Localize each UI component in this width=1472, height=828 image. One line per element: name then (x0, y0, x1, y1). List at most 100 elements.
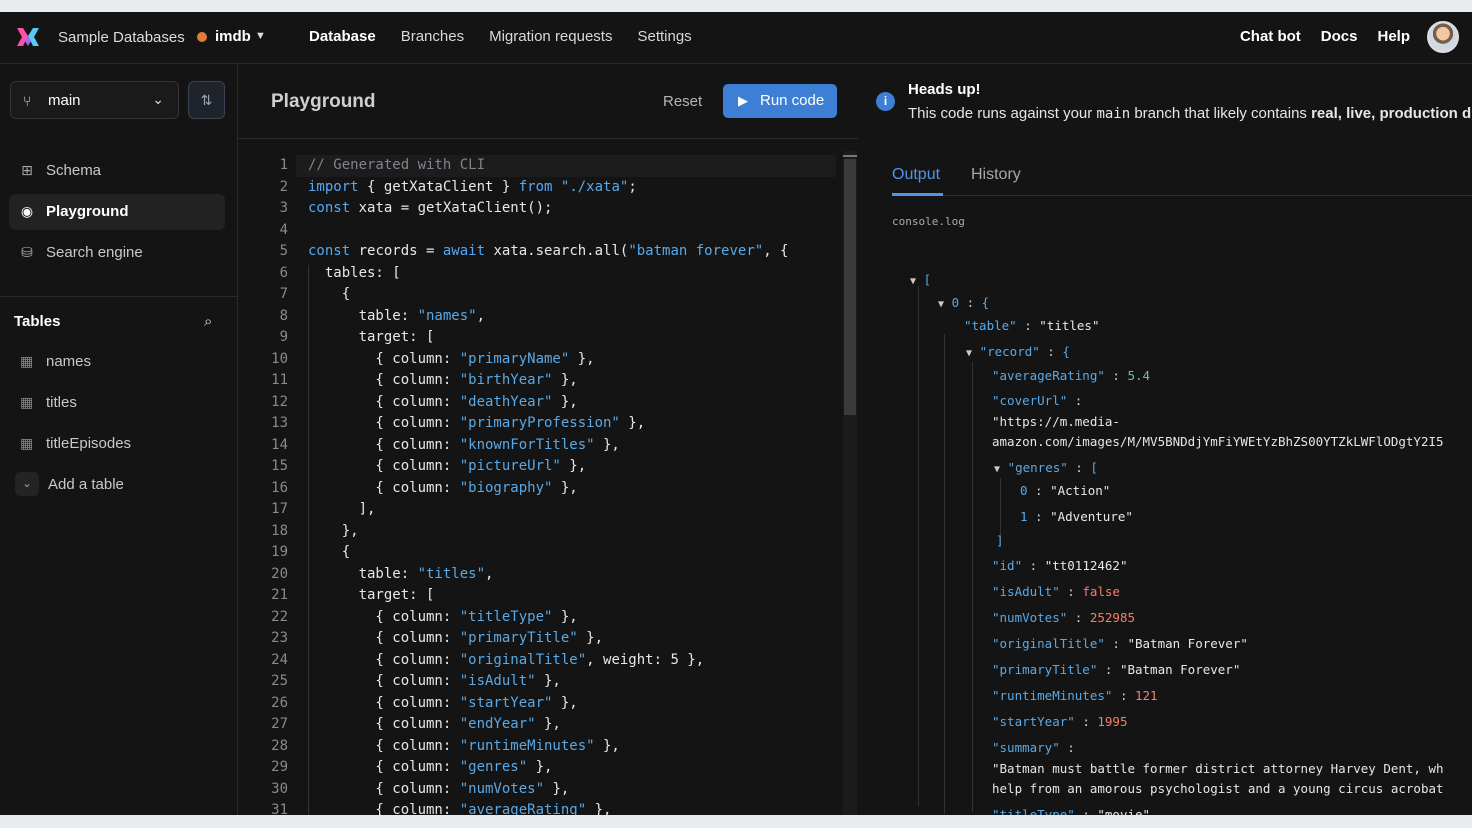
chevron-down-icon: ⌄ (15, 472, 39, 496)
console-log-label: console.log (892, 215, 965, 228)
branch-selector[interactable]: ⑂ main ⌄ (10, 81, 179, 119)
docs-link[interactable]: Docs (1321, 28, 1358, 45)
nav-settings[interactable]: Settings (637, 28, 691, 45)
code-line[interactable]: tables: [ (308, 263, 788, 285)
json-value-line: amazon.com/images/M/MV5BNDdjYmFiYWEtYzBh… (992, 434, 1444, 449)
code-line[interactable]: target: [ (308, 585, 788, 607)
tree-guide (918, 286, 919, 806)
code-line[interactable]: { column: "originalTitle", weight: 5 }, (308, 650, 788, 672)
line-number: 1 (279, 157, 288, 173)
json-key: "id" (992, 558, 1023, 573)
code-line[interactable]: table: "titles", (308, 564, 788, 586)
info-icon: i (876, 92, 895, 111)
nav-branches[interactable]: Branches (401, 28, 464, 45)
code-line[interactable]: table: "names", (308, 306, 788, 328)
table-item-names[interactable]: ▦ names (9, 344, 225, 380)
json-value: 121 (1135, 688, 1158, 703)
code-line[interactable]: const records = await xata.search.all("b… (308, 241, 788, 263)
app-window: Sample Databases imdb ▼ Database Branche… (0, 12, 1472, 815)
code-line[interactable]: }, (308, 521, 788, 543)
notice-text-middle: branch that likely contains (1130, 105, 1312, 122)
database-selector[interactable]: imdb (215, 28, 251, 45)
code-line[interactable]: { column: "knownForTitles" }, (308, 435, 788, 457)
json-entry-titletype: "titleType" : "movie" (992, 807, 1150, 815)
chat-bot-link[interactable]: Chat bot (1240, 28, 1301, 45)
code-line[interactable]: // Generated with CLI (308, 155, 788, 177)
run-code-button[interactable]: ▶ Run code (723, 84, 837, 118)
code-line[interactable]: { column: "runtimeMinutes" }, (308, 736, 788, 758)
code-line[interactable]: { column: "averageRating" }, (308, 800, 788, 815)
code-line[interactable]: { column: "titleType" }, (308, 607, 788, 629)
json-value: "Adventure" (1050, 509, 1133, 524)
code-line[interactable]: { column: "primaryName" }, (308, 349, 788, 371)
code-line[interactable]: { column: "biography" }, (308, 478, 788, 500)
code-line[interactable]: { (308, 284, 788, 306)
git-branch-icon: ⑂ (23, 93, 32, 109)
tab-history[interactable]: History (971, 166, 1021, 184)
json-bracket: ] (996, 533, 1004, 548)
line-number: 15 (271, 458, 288, 474)
json-value: "tt0112462" (1044, 558, 1128, 573)
code-line[interactable]: { column: "birthYear" }, (308, 370, 788, 392)
code-line[interactable]: { column: "primaryProfession" }, (308, 413, 788, 435)
json-bracket: [ (1090, 460, 1098, 475)
json-key: "coverUrl" (992, 393, 1068, 408)
code-line[interactable]: { column: "isAdult" }, (308, 671, 788, 693)
code-line[interactable]: import { getXataClient } from "./xata"; (308, 177, 788, 199)
json-brace: { (981, 295, 990, 310)
code-line[interactable]: { column: "startYear" }, (308, 693, 788, 715)
array-item-0[interactable]: ▼ 0 : { (938, 295, 989, 310)
caret-down-icon[interactable]: ▼ (255, 30, 266, 42)
editor-scrollbar[interactable] (843, 151, 857, 815)
json-value: 5.4 (1127, 368, 1151, 383)
xata-logo-icon[interactable] (16, 26, 40, 48)
code-line[interactable] (308, 220, 788, 242)
table-item-label: titles (46, 394, 77, 411)
sidebar-menu: ⊞ Schema ◉ Playground ⛁ Search engine (9, 153, 225, 276)
code-line[interactable]: ], (308, 499, 788, 521)
nav-database[interactable]: Database (309, 28, 376, 45)
code-line[interactable]: { column: "genres" }, (308, 757, 788, 779)
json-value: 252985 (1089, 610, 1135, 625)
code-line[interactable]: target: [ (308, 327, 788, 349)
line-number: 28 (271, 737, 288, 754)
json-entry-record[interactable]: ▼ "record" : { (966, 344, 1070, 359)
sidebar-item-search-engine[interactable]: ⛁ Search engine (9, 235, 225, 271)
array-root[interactable]: ▼ [ (910, 272, 931, 287)
table-item-titleepisodes[interactable]: ▦ titleEpisodes (9, 426, 225, 462)
json-key: "numVotes" (992, 610, 1068, 625)
code-editor[interactable]: 1 2 3 4 5 6 7 8 9 10 11 12 13 14 15 16 17 18 19 20 21 22 23 24 2… (238, 139, 858, 815)
json-key: "isAdult" (992, 584, 1060, 599)
json-entry-genres[interactable]: ▼ "genres" : [ (994, 460, 1098, 475)
compare-branches-button[interactable]: ⇅ (188, 81, 225, 119)
help-link[interactable]: Help (1377, 28, 1410, 45)
table-item-titles[interactable]: ▦ titles (9, 385, 225, 421)
json-entry-runtimeminutes: "runtimeMinutes" : 121 (992, 688, 1158, 703)
user-avatar[interactable] (1427, 21, 1459, 53)
code-line[interactable]: { column: "deathYear" }, (308, 392, 788, 414)
tab-output[interactable]: Output (892, 166, 940, 184)
code-lines[interactable]: // Generated with CLI import { getXataCli… (308, 155, 788, 815)
line-number: 31 (271, 802, 288, 815)
tree-guide (1000, 478, 1001, 538)
nav-migration-requests[interactable]: Migration requests (489, 28, 612, 45)
code-line[interactable]: { column: "pictureUrl" }, (308, 456, 788, 478)
line-number: 10 (271, 350, 288, 367)
search-icon[interactable]: ⌕ (204, 313, 212, 330)
line-number: 5 (279, 243, 288, 259)
code-line[interactable]: { column: "primaryTitle" }, (308, 628, 788, 650)
sidebar-item-schema[interactable]: ⊞ Schema (9, 153, 225, 189)
workspace-name[interactable]: Sample Databases (58, 29, 185, 46)
reset-button[interactable]: Reset (663, 93, 702, 110)
code-line[interactable]: { column: "endYear" }, (308, 714, 788, 736)
code-line[interactable]: { (308, 542, 788, 564)
scrollbar-thumb[interactable] (844, 159, 856, 415)
json-key: "startYear" (992, 714, 1075, 729)
code-line[interactable]: { column: "numVotes" }, (308, 779, 788, 801)
playground-icon: ◉ (20, 203, 34, 219)
sidebar-item-playground[interactable]: ◉ Playground (9, 194, 225, 230)
json-value: "Batman Forever" (1127, 636, 1248, 651)
add-table-button[interactable]: ⌄ Add a table (9, 467, 225, 503)
code-line[interactable]: const xata = getXataClient(); (308, 198, 788, 220)
line-number: 29 (271, 759, 288, 775)
